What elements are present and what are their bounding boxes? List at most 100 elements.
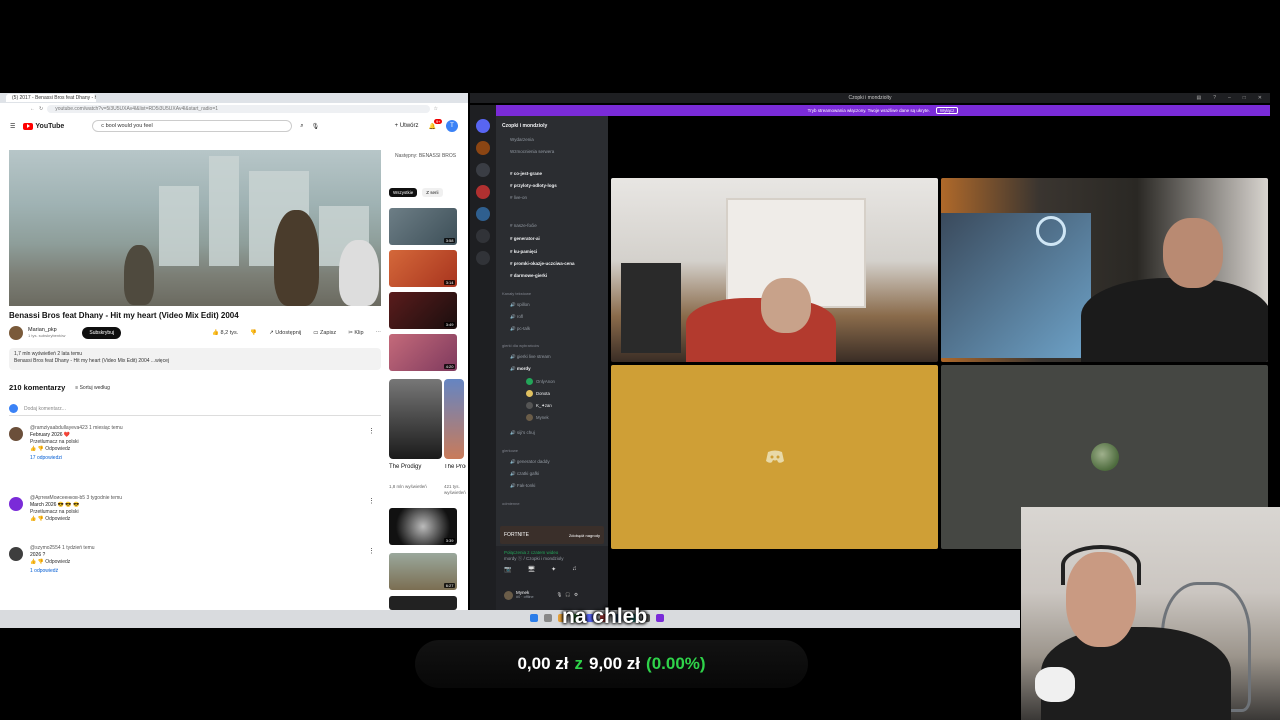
translate-link[interactable]: Przetłumacz na polski [30, 439, 123, 446]
voice-channel-item[interactable]: 🔊 generator daddy [510, 459, 550, 465]
search-input[interactable]: c bool would you feel [92, 120, 293, 132]
screen-share-icon[interactable]: 🖥 [527, 566, 535, 573]
browser-tab[interactable]: (5) 2017 - Benassi Bros feat Dhany - Hit… [6, 94, 96, 102]
voice-channel-item[interactable]: 🔊 Fak-tonki [510, 483, 535, 489]
chip-series[interactable]: Z serii [422, 188, 443, 197]
short-thumb[interactable] [444, 379, 464, 459]
app-icon[interactable] [656, 614, 664, 622]
minimize-icon[interactable]: – [1228, 95, 1231, 101]
channel-item[interactable]: # darmowe-gierki [510, 273, 547, 278]
category-header[interactable]: gierki dla wybrańców [502, 343, 539, 348]
replies-toggle[interactable]: 17 odpowiedzi [30, 455, 123, 462]
channel-item[interactable]: # ku-pamięci [510, 249, 537, 254]
channel-item[interactable]: # nasze-foćie [510, 223, 537, 228]
share-button[interactable]: ↗ Udostępnij [269, 330, 301, 336]
server-icon[interactable] [476, 141, 490, 155]
replies-toggle[interactable]: 1 odpowiedź [30, 568, 95, 575]
activity-icon[interactable]: ✦ [551, 566, 556, 573]
comment-more-icon[interactable]: ⋮ [368, 497, 375, 505]
voice-channel-item[interactable]: 🔊 czatki gafki [510, 471, 539, 477]
voice-channel-item[interactable]: 🔊 rofl [510, 314, 523, 320]
voice-status-channel[interactable]: mordy ⓢ / Czopki i mondzioly [504, 556, 564, 562]
settings-icon[interactable]: ⚙ [574, 592, 578, 598]
voice-user[interactable]: Mynek [526, 414, 549, 421]
channel-item[interactable]: # generator-ai [510, 236, 540, 241]
server-icon[interactable] [476, 185, 490, 199]
inbox-icon[interactable]: ▤ [1196, 95, 1201, 101]
comment-avatar[interactable] [9, 547, 23, 561]
server-icon[interactable] [476, 207, 490, 221]
channel-item[interactable]: # promki-okazje-uczciwa-cena [510, 261, 575, 266]
reload-icon[interactable]: ↻ [39, 106, 43, 112]
short-title[interactable]: The Prodigy - Breathe [444, 464, 466, 470]
recommended-video-thumb[interactable]: 4:20 [389, 334, 457, 371]
promo-banner[interactable]: FORTNITE Zdobądź nagrody [500, 526, 604, 544]
comment-avatar[interactable] [9, 497, 23, 511]
star-icon[interactable]: ☆ [434, 106, 438, 112]
help-icon[interactable]: ? [1213, 95, 1216, 101]
voice-user[interactable]: Donota [526, 390, 550, 397]
url-field[interactable]: youtube.com/watch?v=5i3U5UXAv4l&list=RD5… [47, 105, 430, 113]
category-header[interactable]: Kanały tekstowe [502, 291, 531, 296]
reply-button[interactable]: Odpowiedz [45, 446, 70, 452]
recommended-video-thumb[interactable] [389, 596, 457, 610]
back-icon[interactable]: ← [30, 106, 35, 112]
headphones-icon[interactable]: 🎧 [565, 592, 571, 598]
voice-channel-item[interactable]: 🔊 pc-talk [510, 326, 530, 332]
recommended-video-thumb[interactable]: 3:39 [389, 508, 457, 545]
like-button[interactable]: 👍 8,2 tys. [212, 330, 238, 336]
promo-button[interactable]: Zdobądź nagrody [569, 533, 600, 538]
search-icon[interactable]: ⌕ [300, 123, 303, 130]
voice-channel-active[interactable]: 🔊 mordy [510, 366, 531, 372]
recommended-video-thumb[interactable]: 3:58 [389, 208, 457, 245]
home-icon[interactable] [476, 119, 490, 133]
voice-user[interactable]: K_✦zan [526, 402, 552, 409]
server-name[interactable]: Czopki i mondzioly [502, 123, 547, 129]
user-panel[interactable]: Mynek #0 · offline 🎙 🎧 ⚙ [504, 590, 578, 600]
video-description[interactable]: 1,7 mln wyświetleń 2 lata temu Benassi B… [9, 348, 381, 370]
participant-video-tile[interactable] [941, 178, 1268, 362]
start-icon[interactable] [530, 614, 538, 622]
comment-avatar[interactable] [9, 427, 23, 441]
participant-video-tile[interactable] [611, 178, 938, 362]
recommended-video-thumb[interactable]: 6:27 [389, 553, 457, 590]
sort-button[interactable]: ≡ Sortuj według [75, 385, 110, 391]
category-header[interactable]: gierkowe [502, 448, 518, 453]
reply-button[interactable]: Odpowiedz [45, 559, 70, 565]
dislike-icon[interactable]: 👎 [250, 330, 257, 336]
short-thumb[interactable] [389, 379, 442, 459]
search-icon[interactable] [544, 614, 552, 622]
recommended-video-thumb[interactable]: 3:49 [389, 292, 457, 329]
video-player[interactable] [9, 150, 381, 306]
soundboard-icon[interactable]: ♫ [572, 566, 577, 573]
add-comment-field[interactable]: Dodaj komentarz... [9, 404, 381, 416]
events-item[interactable]: Wydarzenia [510, 137, 534, 142]
voice-channel-item[interactable]: 🔊 gierki live stream [510, 354, 551, 360]
translate-link[interactable]: Przetłumacz na polski [30, 509, 122, 516]
camera-icon[interactable]: 📷 [504, 566, 511, 573]
create-button[interactable]: + Utwórz [395, 123, 419, 129]
comment-author[interactable]: @szymo2554 1 tydzień temu [30, 545, 95, 552]
boosts-item[interactable]: Wzmocnienia serwera [510, 149, 554, 154]
clip-button[interactable]: ✂ Klip [348, 330, 363, 336]
participant-tile-no-video[interactable] [611, 365, 938, 549]
voice-user[interactable]: OnlyAnon [526, 378, 555, 385]
comment-more-icon[interactable]: ⋮ [368, 427, 375, 435]
short-title[interactable]: The Prodigy [389, 464, 421, 470]
server-icon[interactable] [476, 163, 490, 177]
subscribe-button[interactable]: Subskrybuj [82, 327, 122, 339]
save-button[interactable]: ▭ Zapisz [313, 330, 336, 336]
channel-item[interactable]: # live-on [510, 195, 527, 200]
channel-item[interactable]: # co-jest-grane [510, 171, 542, 176]
add-server-icon[interactable] [476, 229, 490, 243]
youtube-logo[interactable]: YouTube [23, 122, 64, 130]
category-header[interactable]: odmienne [502, 501, 520, 506]
voice-channel-item[interactable]: 🔊 spillon [510, 302, 530, 308]
reply-button[interactable]: Odpowiedz [45, 516, 70, 522]
chip-all[interactable]: Wszystkie [389, 188, 418, 197]
menu-icon[interactable]: ☰ [10, 123, 15, 130]
comment-more-icon[interactable]: ⋮ [368, 547, 375, 555]
recommended-video-thumb[interactable]: 3:14 [389, 250, 457, 287]
voice-channel-item[interactable]: 🔊 siji's chuj [510, 430, 535, 436]
mic-icon[interactable]: 🎙 [557, 592, 563, 598]
